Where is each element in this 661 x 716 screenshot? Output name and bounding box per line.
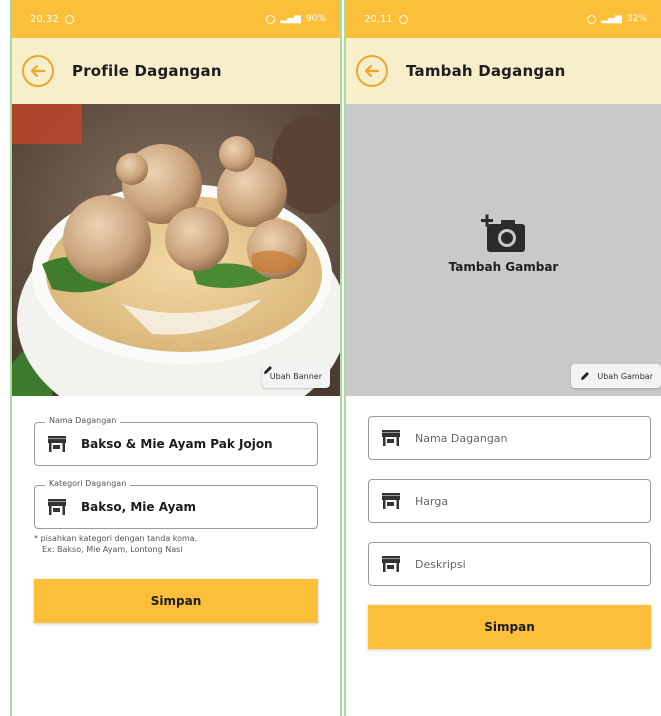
- battery-level: 90%: [305, 14, 326, 24]
- arrow-left-icon: [30, 64, 46, 78]
- nama-dagangan-placeholder: Nama Dagangan: [415, 431, 508, 445]
- tambah-form: Nama Dagangan Harga Deskripsi Simpan: [346, 396, 661, 649]
- tambah-gambar-button[interactable]: Tambah Gambar: [448, 214, 559, 274]
- ubah-gambar-button[interactable]: Ubah Gambar: [571, 364, 661, 388]
- kategori-hint: * pisahkan kategori dengan tanda koma. E…: [34, 533, 318, 555]
- nama-dagangan-value: Bakso & Mie Ayam Pak Jojon: [81, 437, 273, 451]
- store-icon: [382, 430, 400, 446]
- field-label: Kategori Dagangan: [45, 479, 131, 488]
- status-bar: 20.32 ▂▄▆ 90%: [12, 0, 340, 38]
- image-placeholder[interactable]: Tambah Gambar Ubah Gambar: [346, 104, 661, 396]
- battery-level: 32%: [626, 14, 647, 24]
- app-bar: Tambah Dagangan: [346, 38, 661, 104]
- store-icon: [48, 436, 66, 452]
- meatball-soup-photo: [12, 104, 340, 396]
- pencil-icon: [581, 372, 590, 380]
- pencil-icon: [263, 366, 272, 374]
- hint-line: Ex: Bakso, Mie Ayam, Lontong Nasi: [42, 545, 183, 554]
- signal-icon: ▂▄▆: [280, 14, 301, 24]
- status-bar: 20.11 ▂▄▆ 32%: [346, 0, 661, 38]
- simpan-button[interactable]: Simpan: [34, 579, 318, 623]
- page-title: Tambah Dagangan: [406, 62, 566, 80]
- store-icon: [382, 556, 400, 572]
- tambah-gambar-label: Tambah Gambar: [448, 260, 559, 274]
- profile-form: Nama Dagangan Bakso & Mie Ayam Pak Jojon…: [12, 396, 340, 623]
- page-title: Profile Dagangan: [72, 62, 222, 80]
- deskripsi-placeholder: Deskripsi: [415, 557, 466, 571]
- profile-dagangan-screen: 20.32 ▂▄▆ 90% Profile Dagangan Ubah Bann…: [10, 0, 342, 716]
- tambah-dagangan-screen: 20.11 ▂▄▆ 32% Tambah Dagangan Tambah Gam…: [344, 0, 661, 716]
- harga-placeholder: Harga: [415, 494, 449, 508]
- store-icon: [48, 499, 66, 515]
- whatsapp-icon: [398, 14, 408, 24]
- arrow-left-icon: [364, 64, 380, 78]
- nama-dagangan-input[interactable]: Nama Dagangan: [368, 416, 651, 460]
- simpan-button[interactable]: Simpan: [368, 605, 651, 649]
- app-bar: Profile Dagangan: [12, 38, 340, 104]
- harga-input[interactable]: Harga: [368, 479, 651, 523]
- add-photo-icon: [480, 214, 525, 252]
- signal-icon: ▂▄▆: [601, 14, 622, 24]
- hint-line: * pisahkan kategori dengan tanda koma.: [34, 534, 198, 543]
- alarm-icon: [587, 14, 597, 24]
- kategori-dagangan-value: Bakso, Mie Ayam: [81, 500, 197, 514]
- deskripsi-input[interactable]: Deskripsi: [368, 542, 651, 586]
- whatsapp-icon: [64, 14, 74, 24]
- store-icon: [382, 493, 400, 509]
- banner-image: Ubah Banner: [12, 104, 340, 396]
- alarm-icon: [266, 14, 276, 24]
- field-label: Nama Dagangan: [45, 416, 121, 425]
- back-button[interactable]: [356, 55, 388, 87]
- back-button[interactable]: [22, 55, 54, 87]
- ubah-banner-label: Ubah Banner: [269, 371, 322, 381]
- nama-dagangan-field[interactable]: Nama Dagangan Bakso & Mie Ayam Pak Jojon: [34, 416, 318, 466]
- status-time: 20.32: [30, 13, 59, 25]
- kategori-dagangan-field[interactable]: Kategori Dagangan Bakso, Mie Ayam: [34, 479, 318, 529]
- status-time: 20.11: [364, 13, 393, 25]
- ubah-gambar-label: Ubah Gambar: [597, 371, 653, 381]
- ubah-banner-button[interactable]: Ubah Banner: [261, 364, 330, 388]
